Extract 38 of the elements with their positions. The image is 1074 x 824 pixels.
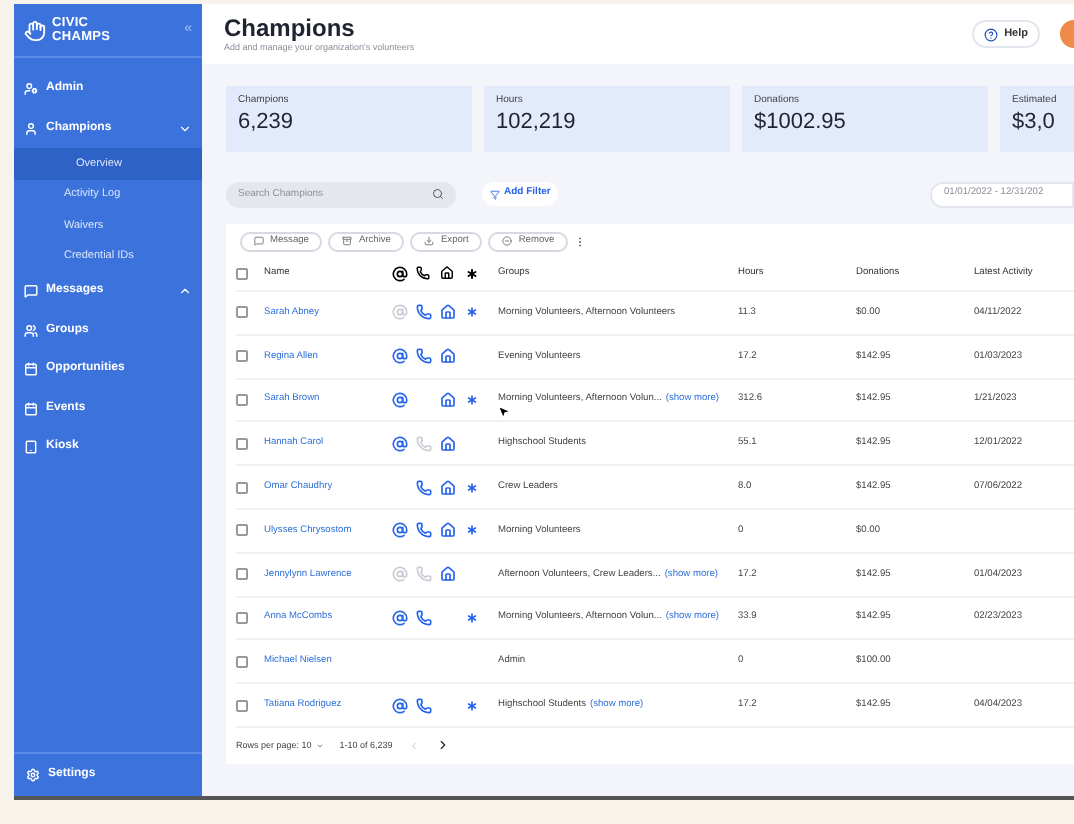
select-all-checkbox[interactable]	[236, 268, 248, 280]
row-checkbox[interactable]	[236, 699, 248, 712]
calendar-icon	[24, 401, 38, 416]
next-page-icon[interactable]	[436, 738, 451, 753]
user-icon	[24, 121, 38, 136]
search-icon	[432, 188, 444, 200]
message-icon	[24, 284, 38, 299]
page-title: Champions	[224, 13, 357, 42]
email-icon	[392, 266, 408, 282]
phone-icon	[416, 266, 430, 280]
stat-value: $1002.95	[754, 109, 848, 135]
user-gear-icon	[24, 82, 38, 97]
row-checkbox[interactable]	[236, 524, 248, 537]
stat-value: 6,239	[238, 109, 296, 135]
row-checkbox[interactable]	[236, 611, 248, 624]
stat-value: $3,0	[1012, 109, 1057, 135]
calendar-icon	[24, 362, 38, 377]
hand-logo-icon	[24, 19, 46, 41]
row-checkbox[interactable]	[236, 481, 248, 494]
row-checkbox[interactable]	[236, 393, 248, 406]
asterisk-icon	[464, 266, 480, 282]
help-icon	[984, 27, 999, 41]
minus-circle-icon	[502, 236, 513, 246]
users-icon	[24, 323, 38, 338]
tablet-icon	[24, 440, 38, 455]
mouse-cursor-icon	[496, 404, 512, 420]
stat-value: 102,219	[496, 109, 578, 135]
row-checkbox[interactable]	[236, 568, 248, 581]
download-icon	[424, 236, 435, 246]
home-icon	[440, 266, 454, 280]
row-checkbox[interactable]	[236, 655, 248, 668]
row-checkbox[interactable]	[236, 350, 248, 363]
settings-icon	[26, 768, 40, 782]
filter-icon	[490, 189, 500, 199]
row-checkbox[interactable]	[236, 437, 248, 450]
row-checkbox[interactable]	[236, 306, 248, 319]
message-icon	[254, 236, 264, 246]
archive-icon	[342, 236, 353, 246]
